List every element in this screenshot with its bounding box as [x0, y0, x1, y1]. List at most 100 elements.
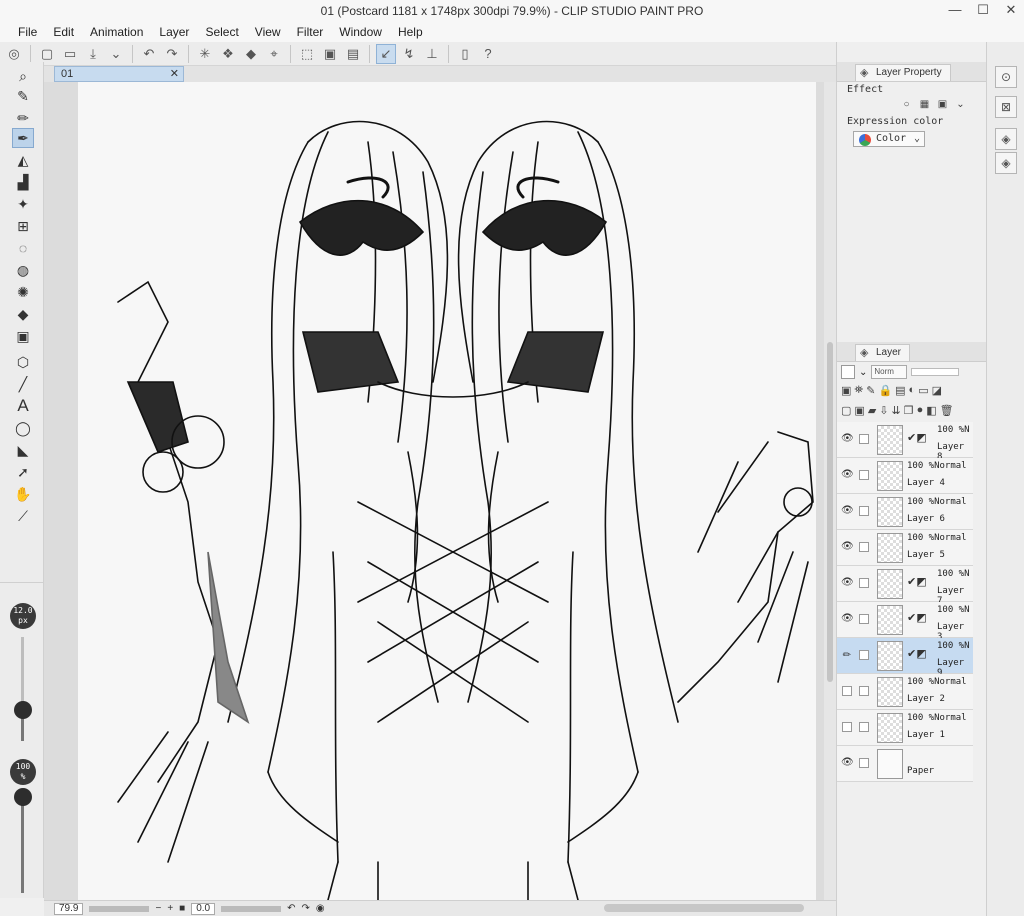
blend-icon[interactable]: ◍ [12, 260, 34, 280]
eye-icon[interactable]: 👁 [841, 757, 854, 769]
menu-view[interactable]: View [247, 25, 289, 39]
expression-color-dropdown[interactable]: Color ⌄ [853, 131, 925, 147]
clear-outside-icon[interactable]: ❖ [218, 44, 238, 64]
clear-icon[interactable]: ✳ [195, 44, 215, 64]
redo-icon[interactable]: ↷ [162, 44, 182, 64]
open-file-icon[interactable]: ▭ [60, 44, 80, 64]
eye-icon[interactable]: 👁 [841, 505, 854, 517]
menu-layer[interactable]: Layer [151, 25, 197, 39]
clip-studio-icon[interactable]: ◎ [4, 44, 24, 64]
hand-icon[interactable]: ✋ [12, 484, 34, 504]
menu-animation[interactable]: Animation [82, 25, 151, 39]
mask-icon[interactable]: ◐ [909, 384, 916, 396]
close-button[interactable]: ✕ [1004, 2, 1018, 18]
layer-row[interactable]: 100 %Normal Layer 2 [837, 674, 973, 710]
eraser-icon[interactable]: ◭ [12, 150, 34, 170]
layer-row[interactable]: 👁 100 %Normal Layer 6 [837, 494, 973, 530]
eye-icon[interactable]: 👁 [841, 577, 854, 589]
apply-mask-icon[interactable]: ◧ [926, 404, 936, 417]
menu-edit[interactable]: Edit [45, 25, 82, 39]
opacity-knob[interactable] [14, 788, 32, 806]
3d-icon[interactable]: ⬡ [12, 352, 34, 372]
brush-icon[interactable]: ✒ [12, 128, 34, 148]
snap-grid-icon[interactable]: ⊥ [422, 44, 442, 64]
dropdown-icon[interactable]: ⌄ [106, 44, 126, 64]
canvas-paper[interactable] [78, 82, 816, 900]
merge-down-icon[interactable]: ⇊ [892, 404, 901, 417]
save-icon[interactable]: ⤓ [83, 44, 103, 64]
layer-row[interactable]: 👁 Paper [837, 746, 973, 782]
delete-layer-icon[interactable]: 🗑 [940, 404, 954, 417]
layer-opacity-slider[interactable] [911, 368, 960, 376]
lasso-icon[interactable]: ◌ [12, 238, 34, 258]
new-file-icon[interactable]: ▢ [37, 44, 57, 64]
chevron-down-icon[interactable]: ⌄ [859, 367, 867, 378]
auto-select-icon[interactable]: ✺ [12, 282, 34, 302]
document-tab[interactable]: 01 ✕ [54, 66, 184, 82]
eyedropper-icon[interactable]: ⟋ [12, 506, 34, 526]
opacity-slider[interactable] [21, 797, 24, 893]
layer-row[interactable]: 👁 ✔◩ 100 %N Layer 7 [837, 566, 973, 606]
fill-bucket-icon[interactable]: ◆ [12, 304, 34, 324]
tab-layer[interactable]: ◈ Layer [855, 344, 911, 361]
layer-lock-checkbox[interactable] [859, 470, 869, 480]
layer-lock-checkbox[interactable] [859, 722, 869, 732]
layer-row[interactable]: ✏ ✔◩ 100 %N Layer 9 [837, 638, 973, 678]
sub-view-icon[interactable]: ⊠ [995, 96, 1017, 118]
fill-icon[interactable]: ◆ [241, 44, 261, 64]
mask-layer-icon[interactable]: ● [917, 404, 924, 416]
effect-dropdown-icon[interactable]: ⌄ [953, 97, 968, 111]
menu-file[interactable]: File [10, 25, 45, 39]
vertical-scrollbar[interactable] [824, 82, 836, 900]
lock-transparent-icon[interactable]: ▤ [895, 384, 905, 397]
layer-property-dock-icon[interactable]: ◈ [995, 128, 1017, 150]
snap-special-ruler-icon[interactable]: ↯ [399, 44, 419, 64]
navigator-icon[interactable]: ⊙ [995, 66, 1017, 88]
hidden-icon[interactable] [842, 686, 852, 696]
pen-icon[interactable]: ✎ [12, 86, 34, 106]
eye-icon[interactable]: 👁 [841, 469, 854, 481]
minimize-button[interactable]: — [948, 2, 962, 18]
deselect-icon[interactable]: ⬚ [297, 44, 317, 64]
clip-layer-icon[interactable]: ▣ [841, 384, 851, 397]
layer-dock-icon[interactable]: ◈ [995, 152, 1017, 174]
zoom-track[interactable] [89, 905, 150, 912]
help-icon[interactable]: ? [478, 44, 498, 64]
layer-row[interactable]: 👁 100 %Normal Layer 4 [837, 458, 973, 494]
decoration-icon[interactable]: ✦ [12, 194, 34, 214]
zoom-icon[interactable]: ⌕ [12, 66, 34, 86]
invert-selection-icon[interactable]: ▣ [320, 44, 340, 64]
layer-lock-checkbox[interactable] [859, 434, 869, 444]
menu-help[interactable]: Help [390, 25, 431, 39]
layer-lock-checkbox[interactable] [859, 614, 869, 624]
airbrush-icon[interactable]: ▟ [12, 172, 34, 192]
eye-icon[interactable]: 👁 [841, 613, 854, 625]
layer-color-icon[interactable]: ▣ [935, 97, 950, 111]
zoom-field[interactable]: 79.9 [54, 902, 84, 915]
transfer-down-icon[interactable]: ⇩ [879, 404, 888, 417]
rotate-right-icon[interactable]: ↷ [302, 903, 310, 914]
lock-icon[interactable]: 🔒 [878, 384, 892, 397]
layer-row[interactable]: 👁 ✔◩ 100 %N Layer 3 [837, 602, 973, 642]
ruler-icon[interactable]: ▭ [918, 384, 928, 397]
horizontal-scrollbar[interactable] [604, 904, 804, 912]
canvas-area[interactable] [44, 82, 824, 900]
layer-lock-checkbox[interactable] [859, 506, 869, 516]
menu-filter[interactable]: Filter [289, 25, 332, 39]
brush-size-knob[interactable] [14, 700, 32, 719]
show-selection-icon[interactable]: ▤ [343, 44, 363, 64]
blend-mode-dropdown[interactable]: Norm [871, 365, 908, 379]
scroll-thumb[interactable] [827, 342, 833, 682]
fit-icon[interactable]: ■ [179, 903, 185, 914]
snap-ruler-icon[interactable]: ↙ [376, 43, 396, 64]
layer-lock-checkbox[interactable] [859, 578, 869, 588]
rotate-left-icon[interactable]: ↶ [287, 903, 295, 914]
tone-effect-icon[interactable]: ▦ [917, 97, 932, 111]
palette-color-icon[interactable]: ◪ [932, 384, 942, 397]
layer-lock-checkbox[interactable] [859, 686, 869, 696]
new-folder-icon[interactable]: ▰ [868, 404, 876, 417]
layer-lock-checkbox[interactable] [859, 542, 869, 552]
tab-layer-property[interactable]: ◈ Layer Property [855, 64, 951, 81]
transform-icon[interactable]: ⌖ [264, 44, 284, 64]
rotation-track[interactable] [221, 905, 282, 912]
